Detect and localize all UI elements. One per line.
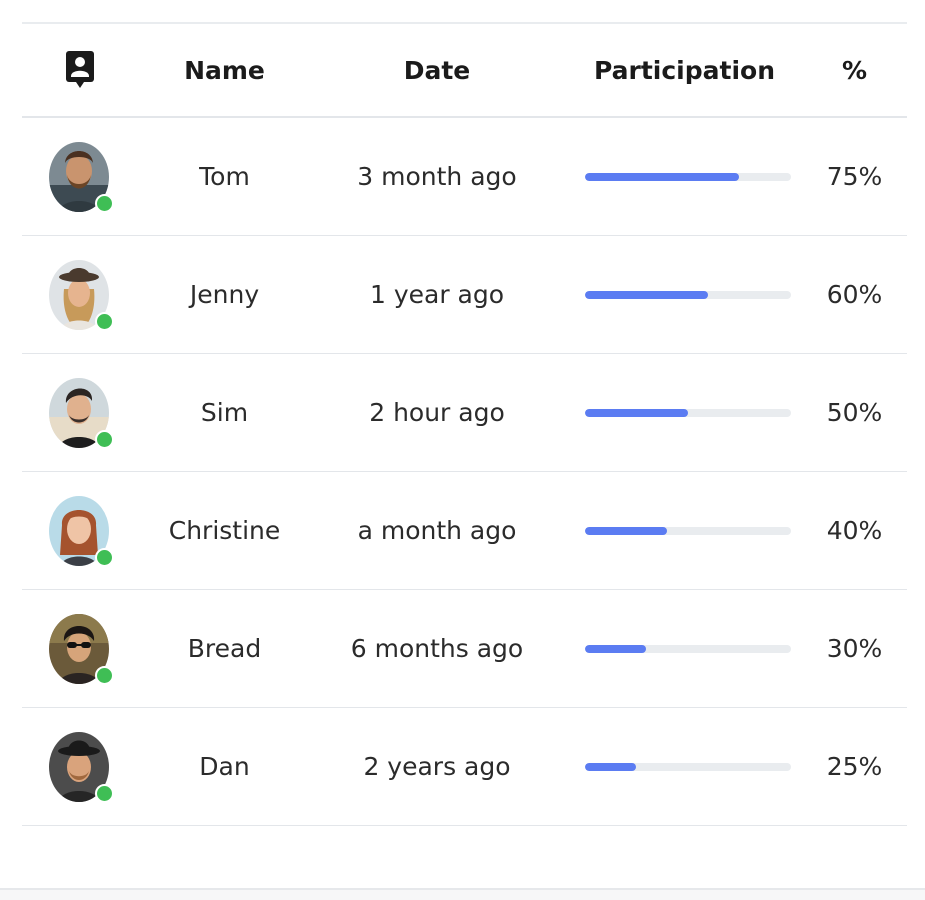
user-date: 2 years ago xyxy=(363,752,511,781)
avatar-cell xyxy=(22,472,137,589)
avatar[interactable] xyxy=(48,731,114,803)
avatar[interactable] xyxy=(48,613,114,685)
name-cell: Tom xyxy=(142,118,307,235)
user-name: Sim xyxy=(200,398,249,427)
participation-percent: 50% xyxy=(826,398,883,427)
date-cell: 2 years ago xyxy=(322,708,552,825)
table-row[interactable]: Dan 2 years ago 25% xyxy=(22,708,907,826)
percent-cell: 60% xyxy=(822,236,887,353)
percent-cell: 75% xyxy=(822,118,887,235)
name-cell: Sim xyxy=(142,354,307,471)
table-row[interactable]: Jenny 1 year ago 60% xyxy=(22,236,907,354)
table-row[interactable]: Sim 2 hour ago 50% xyxy=(22,354,907,472)
user-name: Jenny xyxy=(189,280,260,309)
contact-card-icon xyxy=(65,51,94,88)
table-row[interactable]: Bread 6 months ago 30% xyxy=(22,590,907,708)
table-row[interactable]: Tom 3 month ago 75% xyxy=(22,118,907,236)
participation-table: Name Date Participation % Tom 3 month ag… xyxy=(22,22,907,826)
user-date: a month ago xyxy=(357,516,517,545)
participation-cell xyxy=(577,472,792,589)
participation-bar-fill xyxy=(584,408,688,417)
header-name-label: Name xyxy=(184,55,265,85)
avatar-cell xyxy=(22,354,137,471)
header-participation-label: Participation xyxy=(593,55,776,85)
participation-cell xyxy=(577,354,792,471)
table-header-row: Name Date Participation % xyxy=(22,24,907,118)
header-name[interactable]: Name xyxy=(142,24,307,116)
participation-percent: 75% xyxy=(826,162,883,191)
participation-bar-fill xyxy=(584,172,739,181)
header-avatar-cell xyxy=(22,24,137,116)
avatar[interactable] xyxy=(48,495,114,567)
page-bottom-divider xyxy=(0,888,925,900)
user-date: 6 months ago xyxy=(350,634,524,663)
participation-bar-fill xyxy=(584,762,636,771)
avatar-cell xyxy=(22,708,137,825)
name-cell: Dan xyxy=(142,708,307,825)
avatar-cell xyxy=(22,590,137,707)
status-online-dot xyxy=(94,311,114,331)
status-online-dot xyxy=(94,547,114,567)
status-online-dot xyxy=(94,193,114,213)
header-percent-label: % xyxy=(841,55,868,85)
percent-cell: 40% xyxy=(822,472,887,589)
header-date-label: Date xyxy=(403,55,471,85)
participation-bar xyxy=(584,644,791,653)
participation-table-page: Name Date Participation % Tom 3 month ag… xyxy=(0,0,925,900)
status-online-dot xyxy=(94,783,114,803)
status-online-dot xyxy=(94,665,114,685)
user-name: Christine xyxy=(168,516,281,545)
participation-bar xyxy=(584,172,791,181)
table-row[interactable]: Christine a month ago 40% xyxy=(22,472,907,590)
date-cell: 2 hour ago xyxy=(322,354,552,471)
participation-bar-fill xyxy=(584,526,667,535)
participation-cell xyxy=(577,118,792,235)
percent-cell: 30% xyxy=(822,590,887,707)
name-cell: Christine xyxy=(142,472,307,589)
participation-cell xyxy=(577,708,792,825)
participation-percent: 25% xyxy=(826,752,883,781)
participation-bar xyxy=(584,526,791,535)
avatar[interactable] xyxy=(48,259,114,331)
participation-percent: 40% xyxy=(826,516,883,545)
participation-percent: 30% xyxy=(826,634,883,663)
participation-percent: 60% xyxy=(826,280,883,309)
percent-cell: 50% xyxy=(822,354,887,471)
user-name: Dan xyxy=(199,752,250,781)
user-date: 1 year ago xyxy=(369,280,505,309)
header-date[interactable]: Date xyxy=(322,24,552,116)
date-cell: 3 month ago xyxy=(322,118,552,235)
user-date: 3 month ago xyxy=(357,162,517,191)
participation-bar xyxy=(584,290,791,299)
header-percent[interactable]: % xyxy=(822,24,887,116)
avatar[interactable] xyxy=(48,141,114,213)
user-date: 2 hour ago xyxy=(369,398,505,427)
percent-cell: 25% xyxy=(822,708,887,825)
participation-bar xyxy=(584,408,791,417)
status-online-dot xyxy=(94,429,114,449)
avatar-cell xyxy=(22,118,137,235)
participation-bar xyxy=(584,762,791,771)
name-cell: Jenny xyxy=(142,236,307,353)
avatar-cell xyxy=(22,236,137,353)
date-cell: a month ago xyxy=(322,472,552,589)
date-cell: 6 months ago xyxy=(322,590,552,707)
participation-bar-fill xyxy=(584,644,647,653)
name-cell: Bread xyxy=(142,590,307,707)
user-name: Tom xyxy=(199,162,250,191)
date-cell: 1 year ago xyxy=(322,236,552,353)
participation-bar-fill xyxy=(584,290,709,299)
user-name: Bread xyxy=(187,634,262,663)
participation-cell xyxy=(577,590,792,707)
avatar[interactable] xyxy=(48,377,114,449)
header-participation[interactable]: Participation xyxy=(577,24,792,116)
participation-cell xyxy=(577,236,792,353)
